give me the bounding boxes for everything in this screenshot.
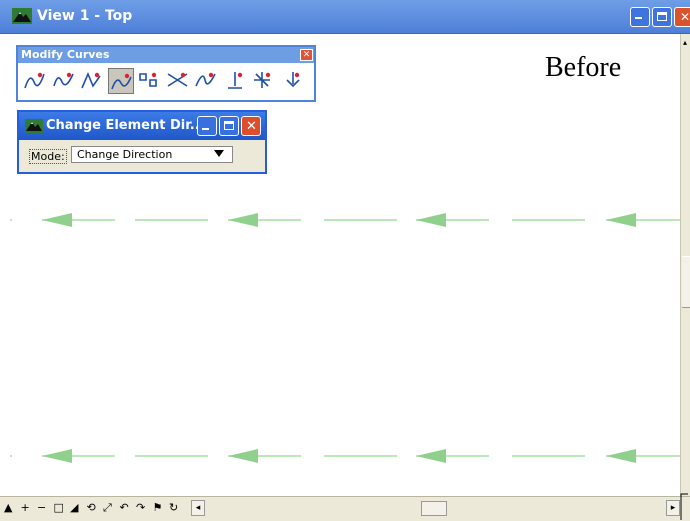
microstation-app-icon bbox=[25, 119, 43, 133]
arrowhead-left-icon bbox=[606, 449, 636, 463]
mode-label: Mode: bbox=[29, 149, 67, 164]
modify-curves-titlebar[interactable]: Modify Curves bbox=[18, 47, 314, 63]
arrowhead-left-icon bbox=[228, 449, 258, 463]
modify-curves-toolbox[interactable]: Modify Curves ✕ bbox=[16, 45, 316, 102]
vertical-scrollbar[interactable]: ▴ bbox=[680, 34, 690, 496]
spiral-icon[interactable] bbox=[250, 68, 276, 94]
perpendicular-icon[interactable] bbox=[222, 68, 248, 94]
drawing-area bbox=[10, 213, 680, 463]
mode-select-value: Change Direction bbox=[77, 148, 173, 161]
modify-curves-close-button[interactable]: ✕ bbox=[300, 49, 313, 61]
direction-line-top bbox=[10, 213, 680, 227]
pan-view-icon[interactable]: ⤢ bbox=[103, 502, 112, 514]
modify-curve-icon[interactable] bbox=[22, 68, 48, 94]
vertical-scroll-thumb[interactable] bbox=[682, 256, 690, 308]
dialog-maximize-button[interactable] bbox=[219, 116, 239, 136]
drawing-canvas[interactable] bbox=[0, 34, 680, 496]
microstation-app-icon bbox=[12, 8, 32, 24]
before-label: Before bbox=[545, 52, 622, 83]
arrowhead-left-icon bbox=[606, 213, 636, 227]
arrowhead-left-icon bbox=[42, 449, 72, 463]
scroll-up-icon[interactable]: ▴ bbox=[683, 38, 687, 47]
extend-icon[interactable] bbox=[279, 68, 305, 94]
fit-view-icon[interactable]: ◢ bbox=[70, 502, 78, 514]
change-direction-title: Change Element Dir... bbox=[46, 118, 205, 133]
delete-pi-icon[interactable] bbox=[79, 68, 105, 94]
change-direction-dialog[interactable]: Change Element Dir... ✕ Mode: Change Dir… bbox=[17, 110, 267, 174]
view-previous-icon[interactable]: ↶ bbox=[120, 502, 129, 514]
window-titlebar[interactable]: View 1 - Top ✕ bbox=[0, 0, 690, 34]
fillet-icon[interactable] bbox=[193, 68, 219, 94]
view-attributes-icon[interactable]: ▲ bbox=[4, 502, 12, 514]
window-area-icon[interactable]: □ bbox=[54, 502, 64, 514]
intersect-icon[interactable] bbox=[165, 68, 191, 94]
zoom-in-icon[interactable]: + bbox=[21, 502, 30, 514]
copy-view-icon[interactable]: ⚑ bbox=[153, 502, 163, 514]
horizontal-scroll-thumb[interactable] bbox=[421, 501, 447, 516]
minimize-button[interactable] bbox=[630, 7, 650, 27]
arrowhead-left-icon bbox=[42, 213, 72, 227]
direction-line-bottom bbox=[10, 449, 680, 463]
scroll-left-icon[interactable]: ◂ bbox=[191, 500, 205, 516]
arrowhead-left-icon bbox=[416, 449, 446, 463]
zoom-out-icon[interactable]: − bbox=[37, 502, 46, 514]
mode-select[interactable]: Change Direction bbox=[71, 146, 233, 163]
change-direction-titlebar[interactable]: Change Element Dir... ✕ bbox=[19, 112, 265, 140]
dialog-minimize-button[interactable] bbox=[197, 116, 217, 136]
change-element-direction-icon[interactable] bbox=[107, 68, 134, 94]
window-title: View 1 - Top bbox=[37, 8, 133, 24]
rotate-view-icon[interactable]: ⟲ bbox=[87, 502, 96, 514]
close-button[interactable]: ✕ bbox=[674, 7, 690, 27]
view-next-icon[interactable]: ↷ bbox=[136, 502, 145, 514]
arrowhead-left-icon bbox=[228, 213, 258, 227]
dialog-close-button[interactable]: ✕ bbox=[241, 116, 261, 136]
maximize-button[interactable] bbox=[652, 7, 672, 27]
extract-points-icon[interactable] bbox=[136, 68, 162, 94]
resize-corner-icon[interactable] bbox=[679, 490, 690, 520]
modify-curves-title: Modify Curves bbox=[21, 48, 110, 61]
update-view-icon[interactable]: ↻ bbox=[169, 502, 178, 514]
scroll-right-icon[interactable]: ▸ bbox=[666, 500, 680, 516]
arrowhead-left-icon bbox=[416, 213, 446, 227]
chevron-down-icon[interactable] bbox=[214, 150, 224, 157]
insert-pi-icon[interactable] bbox=[51, 68, 77, 94]
